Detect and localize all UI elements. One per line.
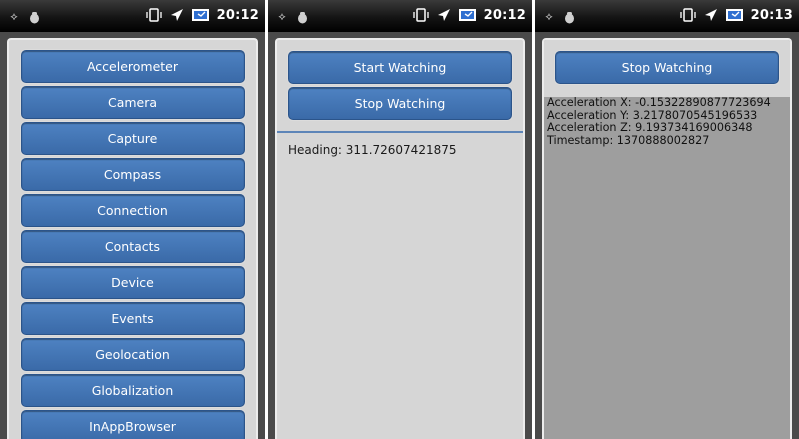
- acceleration-readout: Acceleration X: -0.15322890877723694 Acc…: [547, 96, 771, 147]
- vibrate-icon: [145, 7, 163, 23]
- stop-watching-button[interactable]: Stop Watching: [555, 51, 779, 84]
- content-frame: Stop Watching Acceleration X: -0.1532289…: [542, 38, 792, 439]
- menu-item-device[interactable]: Device: [20, 266, 245, 299]
- vibrate-icon: [412, 7, 430, 23]
- clock: 20:12: [483, 7, 526, 23]
- airplane-icon: [436, 7, 452, 23]
- menu-item-inappbrowser[interactable]: InAppBrowser: [20, 410, 245, 439]
- clock: 20:12: [216, 7, 259, 23]
- menu-item-capture[interactable]: Capture: [20, 122, 245, 155]
- menu-item-geolocation[interactable]: Geolocation: [20, 338, 245, 371]
- menu-item-compass[interactable]: Compass: [20, 158, 245, 191]
- phone-screen-accelerometer: ⟡ 20:13 Stop Watching Acceleration X: -0…: [535, 0, 799, 439]
- usb-debug-icon: ⟡: [545, 10, 553, 23]
- screen: Accelerometer Camera Capture Compass Con…: [0, 32, 265, 439]
- bug-icon: [563, 9, 575, 25]
- start-watching-button[interactable]: Start Watching: [288, 51, 512, 84]
- menu-item-camera[interactable]: Camera: [20, 86, 245, 119]
- airplane-icon: [169, 7, 185, 23]
- status-bar: ⟡ 20:12: [0, 0, 265, 32]
- battery-icon: [191, 7, 211, 23]
- vibrate-icon: [679, 7, 697, 23]
- phone-screen-menu: ⟡ 20:12 Accelerometer Camera Capture Com…: [0, 0, 265, 439]
- status-bar: ⟡ 20:12: [268, 0, 532, 32]
- acceleration-z: Acceleration Z: 9.193734169006348: [547, 121, 753, 135]
- phone-screen-compass: ⟡ 20:12 Start Watching Stop Watching Hea: [268, 0, 532, 439]
- screen: Stop Watching Acceleration X: -0.1532289…: [535, 32, 799, 439]
- clock: 20:13: [750, 7, 793, 23]
- usb-debug-icon: ⟡: [278, 10, 286, 23]
- airplane-icon: [703, 7, 719, 23]
- timestamp: Timestamp: 1370888002827: [547, 133, 710, 147]
- menu-item-globalization[interactable]: Globalization: [20, 374, 245, 407]
- stop-watching-button[interactable]: Stop Watching: [288, 87, 512, 120]
- controls-panel: Start Watching Stop Watching: [277, 40, 523, 133]
- heading-readout: Heading: 311.72607421875: [288, 143, 457, 157]
- content-frame: Start Watching Stop Watching Heading: 31…: [275, 38, 525, 439]
- controls-panel: Stop Watching: [544, 40, 790, 97]
- menu-item-contacts[interactable]: Contacts: [20, 230, 245, 263]
- menu-item-accelerometer[interactable]: Accelerometer: [20, 50, 245, 83]
- bug-icon: [296, 9, 308, 25]
- acceleration-x: Acceleration X: -0.15322890877723694: [547, 96, 771, 109]
- battery-icon: [725, 7, 745, 23]
- screen: Start Watching Stop Watching Heading: 31…: [268, 32, 532, 439]
- bug-icon: [28, 9, 40, 25]
- usb-debug-icon: ⟡: [10, 10, 18, 23]
- menu-item-events[interactable]: Events: [20, 302, 245, 335]
- content-frame: Accelerometer Camera Capture Compass Con…: [7, 38, 258, 439]
- api-menu-list: Accelerometer Camera Capture Compass Con…: [9, 50, 256, 439]
- battery-icon: [458, 7, 478, 23]
- status-bar: ⟡ 20:13: [535, 0, 799, 32]
- menu-item-connection[interactable]: Connection: [20, 194, 245, 227]
